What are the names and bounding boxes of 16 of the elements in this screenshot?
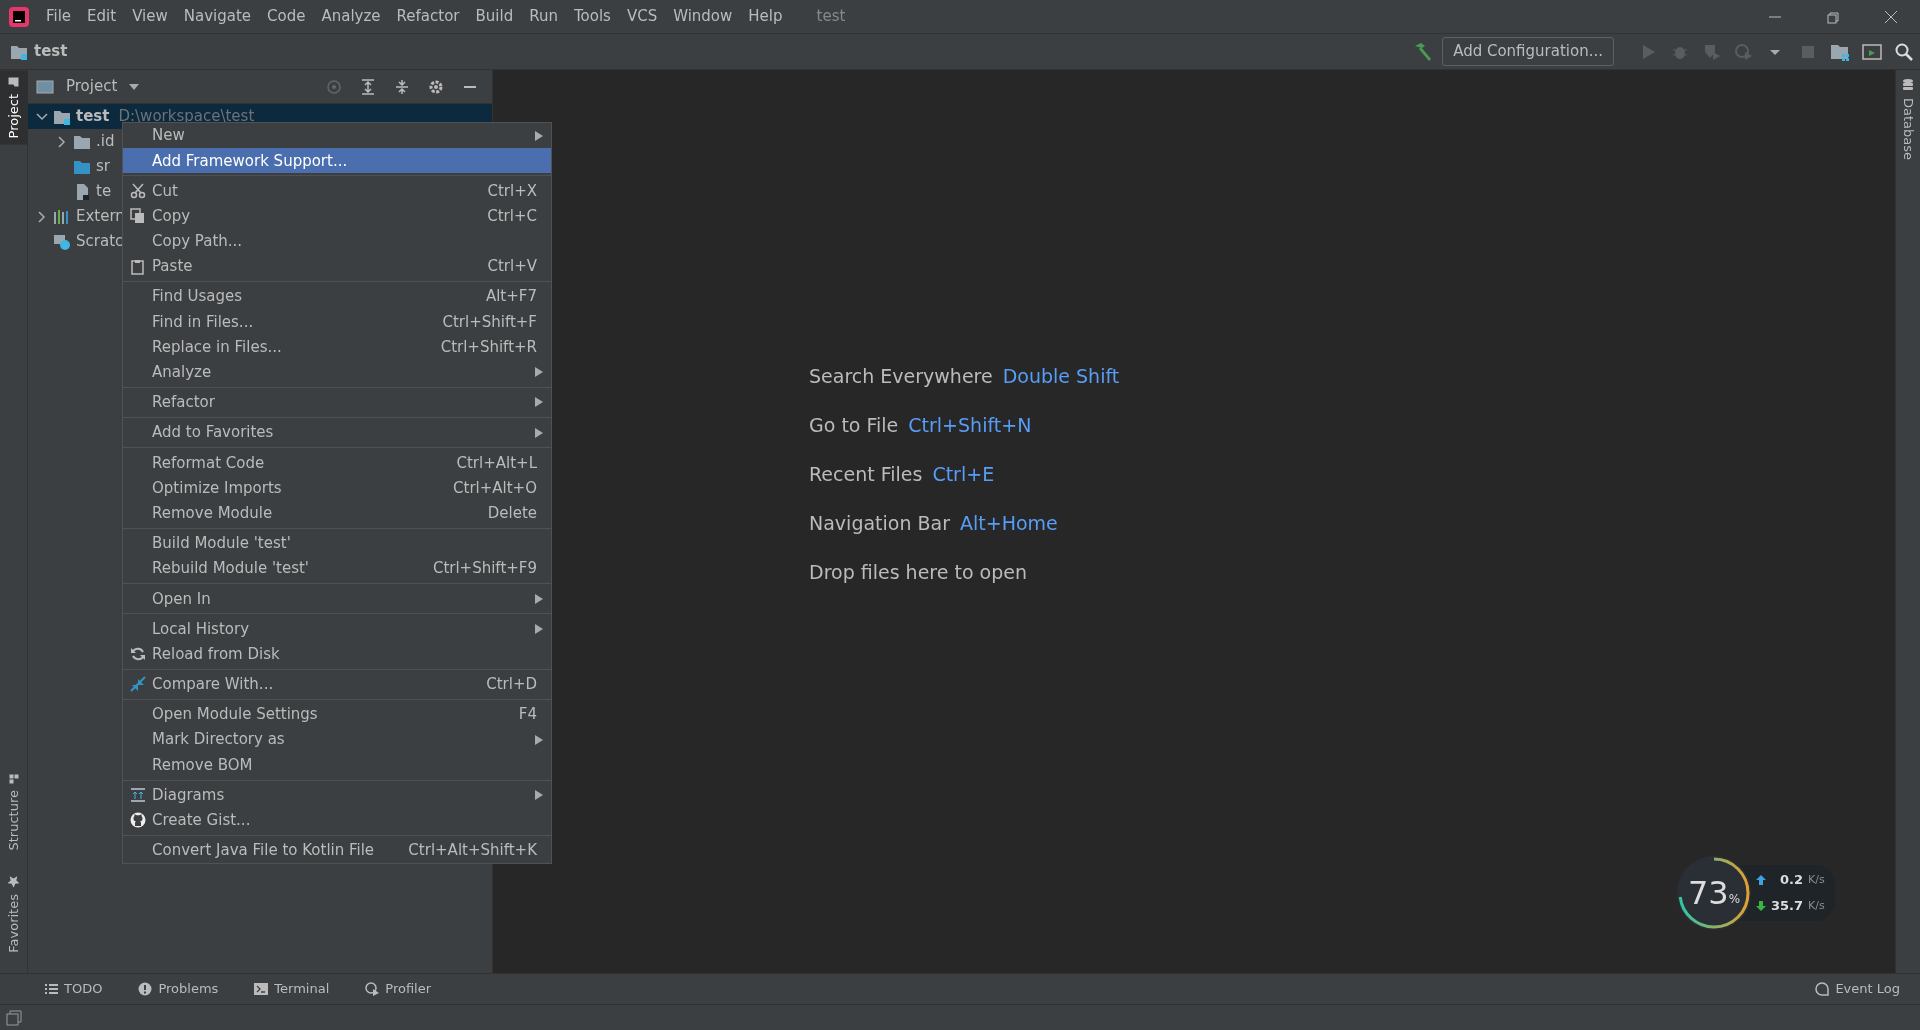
shortcut-text: Double Shift bbox=[1002, 365, 1120, 387]
hint-text: Navigation Bar bbox=[809, 512, 950, 534]
hint-text: Drop files here to open bbox=[809, 561, 1027, 583]
shortcut-text: Ctrl+E bbox=[932, 463, 995, 485]
hint-text: Go to File bbox=[809, 414, 899, 436]
speed-unit: K/s bbox=[1808, 871, 1825, 888]
shortcut-text: Alt+Home bbox=[960, 512, 1058, 534]
percent-value: 73 bbox=[1687, 873, 1729, 914]
percent-unit: % bbox=[1728, 892, 1741, 908]
speed-value: 0.2 bbox=[1780, 871, 1804, 890]
speed-unit: K/s bbox=[1808, 897, 1825, 914]
shortcut-text: Ctrl+Shift+N bbox=[908, 414, 1032, 436]
hint-text: Recent Files bbox=[809, 463, 923, 485]
hint-text: Search Everywhere bbox=[809, 365, 993, 387]
speed-value: 35.7 bbox=[1771, 897, 1804, 916]
window-title: test bbox=[816, 6, 846, 28]
